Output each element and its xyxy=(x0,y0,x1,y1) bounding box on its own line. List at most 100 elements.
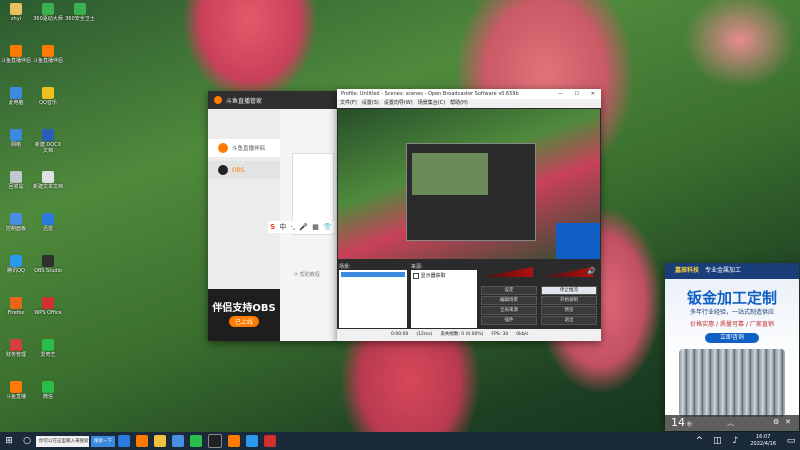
punctuation-icon[interactable]: ·, xyxy=(291,223,295,231)
edit-scene-button[interactable]: 编辑场景 xyxy=(481,296,537,305)
desktop-icon-label: 新建 DOCX 文档 xyxy=(34,142,62,154)
sources-list[interactable]: 显示器获取 xyxy=(411,270,477,328)
desktop-icon[interactable]: zhyi xyxy=(1,3,31,22)
taskbar-search-button[interactable]: 搜索一下 xyxy=(91,435,115,447)
settings-button[interactable]: 设定 xyxy=(481,286,537,295)
desktop-icon[interactable]: 斗鱼直播伴侣 xyxy=(1,45,31,64)
desktop-icon[interactable]: 斗鱼直播 xyxy=(1,381,31,400)
scene-item[interactable] xyxy=(341,272,405,277)
desktop-icon[interactable]: 新建文本文档 xyxy=(33,171,63,190)
obs-task-icon[interactable] xyxy=(208,434,222,448)
store-icon[interactable] xyxy=(172,435,184,447)
mic-icon[interactable]: 🎤 xyxy=(299,223,308,231)
desktop-icon[interactable]: 财务管理 xyxy=(1,339,31,358)
desktop-icon[interactable]: OBS Studio xyxy=(33,255,63,274)
sidebar-item-douyu[interactable]: 斗鱼直播伴侣 xyxy=(208,139,280,157)
edge-icon[interactable] xyxy=(118,435,130,447)
settings-icon[interactable]: ⚙ xyxy=(773,418,779,426)
desktop-icon[interactable]: 回收站 xyxy=(1,171,31,190)
ad-sub: 多年行业经验，一站式制造供应 xyxy=(689,309,774,316)
taskbar-search-box[interactable]: 你可以在这里输入来搜索 xyxy=(36,435,89,447)
stop-stream-button[interactable]: 停止推流 xyxy=(541,286,597,295)
qq-task-icon[interactable] xyxy=(246,435,258,447)
explorer-icon[interactable] xyxy=(154,435,166,447)
status-kbps: 0kb/s xyxy=(516,332,529,337)
desktop-icon[interactable]: 控制面板 xyxy=(1,213,31,232)
start-icon[interactable]: ⊞ xyxy=(2,434,16,448)
menu-file[interactable]: 文件(F) xyxy=(340,99,357,108)
app-icon xyxy=(42,255,54,267)
desktop-icon[interactable]: 新建 DOCX 文档 xyxy=(33,129,63,154)
desktop-icon[interactable]: 斗鱼直播伴侣 xyxy=(33,45,63,64)
desktop-icon-label: 360驱动大师 xyxy=(33,16,63,22)
speaker-icon[interactable]: 🔊 xyxy=(587,267,596,275)
app-icon xyxy=(42,381,54,393)
app-icon xyxy=(10,171,22,183)
desktop-icon[interactable]: 迅雷 xyxy=(33,213,63,232)
ad-popup[interactable]: 嘉辰科技 专业金属加工 钣金加工定制 多年行业经验，一站式制造供应 价格实惠 /… xyxy=(665,263,799,431)
wps-task-icon[interactable] xyxy=(264,435,276,447)
ad-tagline: 专业金属加工 xyxy=(704,267,741,274)
preview-button[interactable]: 预览 xyxy=(541,306,597,315)
maximize-icon[interactable]: ☐ xyxy=(575,89,579,99)
start-record-button[interactable]: 开始录制 xyxy=(541,296,597,305)
ad-cta-button[interactable]: 立即咨询 xyxy=(705,333,759,343)
app-icon xyxy=(42,87,54,99)
desktop-icon[interactable]: 网络 xyxy=(1,129,31,148)
douyu-icon xyxy=(218,143,228,153)
help-link[interactable]: ⟳ 帮助教程 xyxy=(294,271,320,278)
tray-overflow-icon[interactable]: ^ xyxy=(692,434,706,448)
search-icon[interactable]: ○ xyxy=(20,434,34,448)
minimize-icon[interactable]: — xyxy=(558,89,563,99)
global-sources-button[interactable]: 全局来源 xyxy=(481,306,537,315)
desktop-icon-label: 爱奇艺 xyxy=(40,352,56,358)
exit-button[interactable]: 退出 xyxy=(541,316,597,325)
desktop-icon-label: 财务管理 xyxy=(5,352,26,358)
obs-window: Profile: Untitled - Scenes: scenes - Ope… xyxy=(337,89,601,341)
douyu-task-icon[interactable] xyxy=(136,435,148,447)
keyboard-icon[interactable]: ▦ xyxy=(312,223,319,231)
obs-icon xyxy=(218,165,228,175)
skin-icon[interactable]: 👕 xyxy=(323,223,332,231)
desktop-icon-label: zhyi xyxy=(10,16,22,22)
desktop-icon-label: 360安全卫士 xyxy=(65,16,95,22)
desktop-icon[interactable]: 腾讯QQ xyxy=(1,255,31,274)
app-icon xyxy=(42,213,54,225)
source-checkbox[interactable] xyxy=(413,272,419,279)
wechat-icon[interactable] xyxy=(190,435,202,447)
app-icon xyxy=(42,129,54,141)
ime-mode-icon[interactable]: 中 xyxy=(279,222,286,232)
volume-icon[interactable]: ♪ xyxy=(728,434,742,448)
scenes-list[interactable] xyxy=(339,270,407,328)
taskbar: ⊞ ○ 你可以在这里输入来搜索 搜索一下 ^ ◫ ♪ 16:07 2022/4/… xyxy=(0,432,800,450)
source-item[interactable]: 显示器获取 xyxy=(413,272,475,279)
desktop-icon[interactable]: 360驱动大师 xyxy=(33,3,63,22)
desktop-icon-label: 此电脑 xyxy=(8,100,24,106)
menu-wizard[interactable]: 设置向导(W) xyxy=(384,99,413,108)
desktop-icon[interactable]: 此电脑 xyxy=(1,87,31,106)
menu-help[interactable]: 帮助(H) xyxy=(450,99,468,108)
menu-settings[interactable]: 设置(S) xyxy=(362,99,379,108)
sidebar-item-obs[interactable]: OBS xyxy=(208,161,280,179)
ime-toolbar[interactable]: S 中 ·, 🎤 ▦ 👕 xyxy=(268,221,334,233)
network-icon[interactable]: ◫ xyxy=(710,434,724,448)
desktop-icon[interactable]: WPS Office xyxy=(33,297,63,316)
ad-close-icon[interactable]: ✕ xyxy=(785,418,791,426)
douyu-live-task-icon[interactable] xyxy=(228,435,240,447)
desktop-icon[interactable]: 爱奇艺 xyxy=(33,339,63,358)
desktop-icon[interactable]: 360安全卫士 xyxy=(65,3,95,22)
plugins-button[interactable]: 插件 xyxy=(481,316,537,325)
collapse-icon[interactable]: ︿ xyxy=(727,418,734,428)
desktop-icon[interactable]: 微信 xyxy=(33,381,63,400)
ad-footer: 14 秒 ︿ ⚙ ✕ xyxy=(665,415,799,431)
close-icon[interactable]: ✕ xyxy=(591,89,595,99)
clock[interactable]: 16:07 2022/4/16 xyxy=(750,434,776,448)
notification-icon[interactable]: ▭ xyxy=(784,434,798,448)
obs-promo-banner[interactable]: 伴侣支持OBS 已上线 xyxy=(208,289,280,341)
desktop-icon[interactable]: Firefox xyxy=(1,297,31,316)
status-drop: 丢失帧数: 0 (0.00%) xyxy=(440,332,484,337)
desktop-icon[interactable]: QQ音乐 xyxy=(33,87,63,106)
ad-header: 嘉辰科技 专业金属加工 xyxy=(665,263,799,279)
banner-title: 伴侣支持OBS xyxy=(212,303,276,314)
menu-scene-collection[interactable]: 场景集合(C) xyxy=(418,99,445,108)
